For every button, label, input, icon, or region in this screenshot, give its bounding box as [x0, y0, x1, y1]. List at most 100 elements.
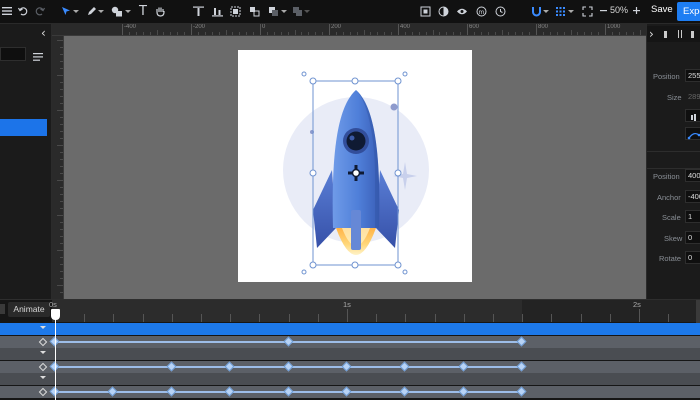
chevron-down-icon[interactable] [40, 326, 46, 329]
time-label: 0s [49, 300, 57, 309]
timeline-property-track[interactable] [0, 386, 700, 398]
layer-search-input[interactable] [0, 47, 26, 61]
timeline-work-area[interactable] [52, 300, 522, 322]
motion-path-icon[interactable]: m [472, 3, 490, 21]
timeline-property-track[interactable] [0, 336, 700, 348]
keyframe[interactable] [283, 386, 294, 397]
keyframe[interactable] [341, 361, 352, 372]
playhead-handle[interactable] [51, 309, 60, 320]
keyframe[interactable] [224, 361, 235, 372]
animate-button[interactable]: Animate [8, 302, 50, 317]
keyframe-toggle-icon[interactable] [38, 387, 48, 397]
ruler-minor-tick [60, 173, 63, 174]
ruler-minor-tick [239, 32, 241, 35]
layer-item-selected[interactable] [0, 119, 47, 136]
chevron-down-icon[interactable] [98, 10, 104, 13]
group-icon[interactable] [226, 3, 244, 21]
layout-button[interactable] [685, 109, 700, 122]
collapse-right-panel-icon[interactable]: › [649, 27, 654, 41]
list-menu-icon[interactable] [33, 49, 43, 61]
rocket-illustration[interactable] [238, 50, 472, 282]
ruler-minor-tick [142, 32, 144, 35]
arrange-icon[interactable] [264, 3, 282, 21]
keyframe[interactable] [516, 336, 527, 347]
ruler-minor-tick [57, 215, 63, 216]
hand-tool-icon[interactable] [151, 3, 169, 21]
chevron-down-icon[interactable] [568, 10, 574, 13]
ruler-minor-tick [57, 145, 63, 146]
keyframe[interactable] [516, 361, 527, 372]
align-top-icon[interactable] [189, 3, 207, 21]
canvas[interactable] [64, 36, 646, 299]
timeline-group-track[interactable] [0, 323, 700, 335]
keyframe[interactable] [516, 386, 527, 397]
align-bottom-icon[interactable] [208, 3, 226, 21]
path-edit-button[interactable] [685, 127, 700, 140]
save-button[interactable]: Save [651, 4, 673, 15]
keyframe[interactable] [283, 361, 294, 372]
collapse-left-panel-icon[interactable]: ‹ [41, 27, 50, 39]
keyframe[interactable] [399, 361, 410, 372]
timeline-group-track[interactable] [0, 348, 700, 360]
anchor-field[interactable]: -400 [685, 190, 700, 203]
divider [647, 151, 700, 152]
ruler-minor-tick [149, 32, 151, 35]
keyframe[interactable] [458, 361, 469, 372]
position2-field[interactable]: 400 [685, 169, 700, 182]
keyframe[interactable] [458, 386, 469, 397]
keyframe[interactable] [283, 336, 294, 347]
keyframe-toggle-icon[interactable] [38, 362, 48, 372]
chevron-down-icon[interactable] [40, 376, 46, 379]
undo-icon[interactable] [14, 3, 32, 21]
keyframe[interactable] [341, 386, 352, 397]
playhead[interactable] [55, 309, 56, 400]
export-button[interactable]: Export [677, 2, 700, 21]
ungroup-icon[interactable] [245, 3, 263, 21]
keyframe[interactable] [166, 386, 177, 397]
position-x-field[interactable]: 255 [685, 69, 700, 82]
keyframe-toggle-icon[interactable] [38, 337, 48, 347]
align-right-icon[interactable] [691, 31, 694, 38]
keyframe[interactable] [166, 361, 177, 372]
visibility-icon[interactable] [453, 3, 471, 21]
timeline-toggle-icon[interactable] [0, 304, 5, 314]
shapes-tool-icon[interactable] [108, 3, 126, 21]
mask-icon[interactable] [434, 3, 452, 21]
skew-field[interactable]: 0 [685, 231, 700, 244]
grid-icon[interactable] [551, 3, 569, 21]
size-width-field[interactable]: 289 [685, 90, 700, 103]
chevron-down-icon[interactable] [543, 10, 549, 13]
redo-icon[interactable] [31, 3, 49, 21]
ruler-minor-tick [411, 32, 413, 35]
ruler-minor-tick [60, 257, 63, 258]
ruler-minor-tick [60, 117, 63, 118]
keyframe[interactable] [399, 386, 410, 397]
timeline-group-track[interactable] [0, 373, 700, 385]
zoom-level[interactable]: 50% [610, 5, 628, 15]
chevron-down-icon[interactable] [304, 10, 310, 13]
artboard[interactable] [238, 50, 472, 282]
text-tool-icon[interactable]: T [134, 3, 152, 21]
ruler-minor-tick [60, 68, 63, 69]
keyframe[interactable] [107, 386, 118, 397]
frame-icon[interactable] [416, 3, 434, 21]
ruler-minor-tick [632, 32, 634, 35]
timeline-tick [317, 314, 319, 322]
chevron-down-icon[interactable] [125, 10, 131, 13]
align-left-icon[interactable] [664, 31, 667, 38]
timeline-property-track[interactable] [0, 361, 700, 373]
ruler-minor-tick [60, 47, 63, 48]
timer-icon[interactable] [491, 3, 509, 21]
chevron-down-icon[interactable] [281, 10, 287, 13]
chevron-down-icon[interactable] [73, 10, 79, 13]
chevron-down-icon[interactable] [40, 351, 46, 354]
ruler-minor-tick [570, 30, 572, 35]
keyframe[interactable] [224, 386, 235, 397]
align-center-icon[interactable] [678, 30, 682, 38]
scale-field[interactable]: 1 [685, 210, 700, 223]
timeline-ruler[interactable]: 0s 1s 2s [49, 300, 700, 322]
rotate-field[interactable]: 0 [685, 251, 700, 264]
zoom-in-icon[interactable] [627, 3, 645, 21]
ruler-minor-tick [57, 40, 63, 41]
ruler-minor-tick [460, 32, 462, 35]
